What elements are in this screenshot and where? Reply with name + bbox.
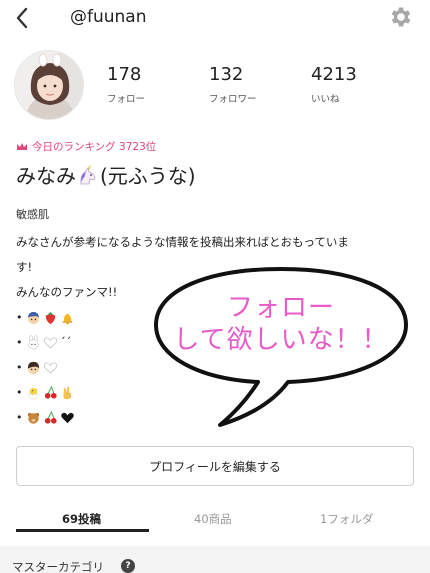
skin-type-tag: 敏感肌 [16, 208, 49, 221]
avatar-image [15, 51, 83, 119]
category-title: マスターカテゴリ [12, 560, 104, 573]
bullet: • [16, 311, 23, 324]
bullet: • [16, 336, 23, 349]
bullet: • [16, 386, 23, 399]
rabbit-face-icon [28, 335, 39, 350]
bullet: • [16, 361, 23, 374]
following-label: フォロー [107, 94, 146, 105]
tab-products[interactable]: 40商品 [194, 511, 232, 527]
strawberry-icon [45, 311, 56, 325]
edit-profile-button[interactable]: プロフィールを編集する [16, 446, 414, 486]
cherries-icon [44, 385, 57, 399]
gear-icon[interactable] [388, 4, 414, 30]
black-heart-icon [61, 412, 74, 424]
boy-face-icon [27, 311, 40, 325]
ranking-link[interactable]: 今日のランキング 3723位 [16, 139, 156, 154]
emoji-tail: ´´ [60, 335, 72, 349]
likes-label: いいね [311, 94, 340, 105]
tab-folders[interactable]: 1フォルダ [320, 511, 373, 527]
followers-count: 132 [209, 64, 244, 85]
followers-label: フォロワー [209, 94, 257, 105]
teddy-bear-icon [27, 412, 40, 424]
white-heart-icon [43, 337, 58, 349]
following-stat[interactable]: 178 フォロー [107, 64, 145, 105]
active-tab-indicator [16, 529, 149, 532]
chevron-left-icon[interactable] [12, 5, 34, 31]
tab-posts[interactable]: 69投稿 [62, 511, 101, 527]
hatching-chick-icon [28, 387, 39, 400]
unicorn-icon [80, 164, 96, 184]
ranking-text: 今日のランキング 3723位 [32, 141, 157, 153]
display-name: みなみ (元ふうな) [16, 160, 196, 189]
girl-face-icon [27, 361, 40, 375]
followers-stat[interactable]: 132 フォロワー [209, 64, 257, 105]
likes-stat[interactable]: 4213 いいね [311, 64, 357, 105]
header: @fuunan [0, 0, 430, 38]
cherries-icon [44, 410, 57, 424]
display-name-suffix: (元ふうな) [100, 164, 196, 188]
likes-count: 4213 [311, 64, 357, 85]
following-count: 178 [107, 64, 142, 85]
crown-icon [17, 142, 27, 150]
bubble-text-line2: して欲しいな！！ [173, 325, 389, 355]
bell-icon [62, 313, 73, 325]
avatar[interactable] [14, 50, 84, 120]
victory-hand-icon [63, 386, 72, 400]
display-name-prefix: みなみ [16, 164, 76, 188]
bullet: • [16, 411, 23, 424]
bio-line: みなさんが参考になるような情報を投稿出来ればとおもっていま [16, 235, 349, 249]
white-heart-icon [43, 362, 58, 374]
username-title: @fuunan [70, 7, 147, 27]
help-icon[interactable]: ? [121, 559, 135, 573]
